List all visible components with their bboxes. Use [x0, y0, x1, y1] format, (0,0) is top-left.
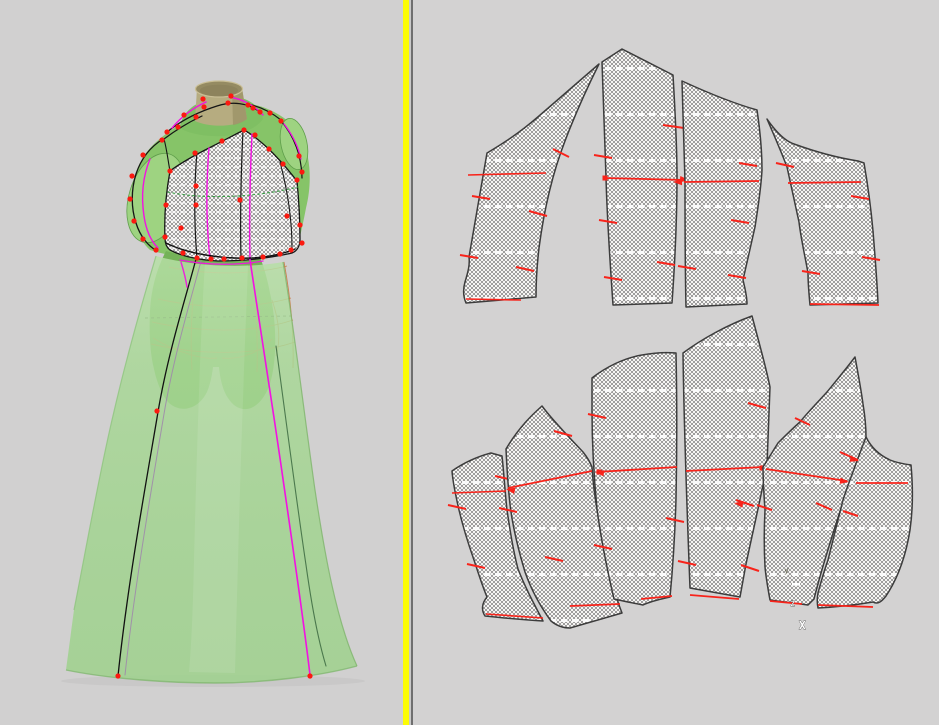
grading-mark	[809, 303, 880, 306]
pattern-piece-3[interactable]	[673, 80, 763, 308]
pattern-piece-4[interactable]	[766, 118, 881, 306]
grading-mark	[465, 298, 522, 301]
viewport-divider[interactable]	[403, 0, 413, 725]
axis-tick	[792, 583, 800, 586]
line-endpoint	[602, 175, 608, 181]
pattern-piece-8[interactable]	[677, 315, 771, 600]
pattern-pieces	[447, 48, 914, 629]
axis-label-y: y	[784, 566, 789, 575]
axis-label-z: z	[790, 599, 795, 609]
pattern-2d-canvas[interactable]: y z X	[413, 0, 939, 725]
grading-mark	[683, 180, 760, 183]
garment-cad-window: y z X	[0, 0, 939, 725]
garment-skirt[interactable]	[65, 255, 358, 684]
pattern-piece-2[interactable]	[593, 48, 693, 306]
garment-3d-canvas[interactable]	[0, 0, 403, 725]
viewport-2d-patterns[interactable]: y z X	[413, 0, 939, 725]
viewport-3d-garment[interactable]	[0, 0, 403, 725]
pattern-piece-1[interactable]	[459, 63, 600, 304]
axis-label-x: X	[799, 619, 806, 632]
grading-mark	[787, 181, 862, 184]
